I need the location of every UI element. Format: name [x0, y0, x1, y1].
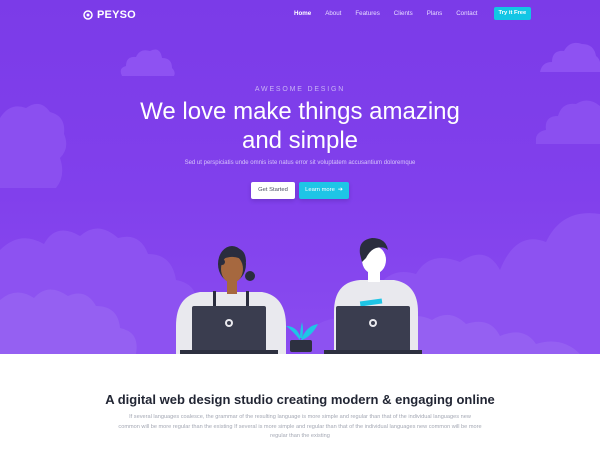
- plant-decoration: [286, 322, 318, 352]
- laptop-left: [180, 306, 278, 354]
- section-title: A digital web design studio creating mod…: [105, 392, 495, 407]
- section-description: If several languages coalesce, the gramm…: [118, 414, 482, 439]
- hero-illustration: [176, 238, 422, 354]
- laptop-right: [324, 306, 422, 354]
- hero-section: PEYSO Home About Features Clients Plans …: [0, 0, 600, 354]
